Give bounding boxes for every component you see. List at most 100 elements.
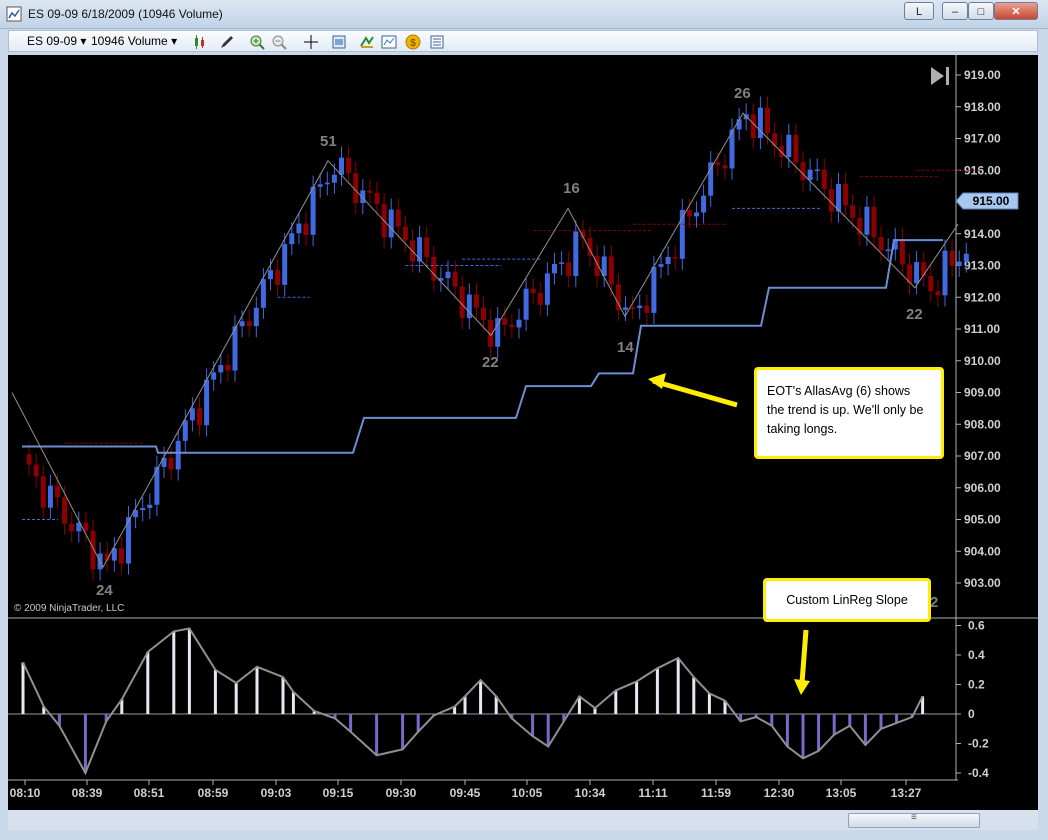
close-button[interactable]: ✕ (994, 2, 1038, 20)
chevron-down-icon: ▾ (80, 34, 87, 48)
linreg-annotation: Custom LinReg Slope (763, 578, 931, 622)
candle-body (282, 244, 288, 285)
time-tick-label: 11:59 (701, 786, 731, 800)
price-tick-label: 909.00 (964, 386, 1001, 400)
candle-body (26, 454, 32, 465)
period-label: 10946 Volume (91, 34, 168, 48)
candle-body (899, 239, 905, 265)
candle-body (424, 237, 430, 257)
time-tick-label: 10:34 (575, 786, 606, 800)
instrument-label: ES 09-09 (27, 34, 78, 48)
time-tick-label: 13:27 (891, 786, 922, 800)
indicator-icon[interactable] (381, 34, 397, 50)
pencil-draw-icon[interactable] (219, 34, 235, 50)
zigzag-count-label: 26 (734, 85, 751, 102)
candle-body (417, 237, 423, 262)
strategy-icon[interactable] (359, 34, 375, 50)
candle-body (175, 440, 181, 470)
period-selector[interactable]: 10946 Volume ▾ (91, 34, 177, 48)
candle-body (310, 186, 316, 235)
candle-body (90, 530, 96, 570)
time-tick-label: 13:05 (826, 786, 857, 800)
candle-body (275, 270, 281, 285)
zigzag-count-label: 24 (96, 582, 113, 599)
candle-body (189, 408, 195, 421)
time-tick-label: 12:30 (764, 786, 795, 800)
candle-body (928, 275, 934, 292)
price-tick-label: 906.00 (964, 481, 1001, 495)
time-tick-label: 09:15 (323, 786, 354, 800)
crosshair-icon[interactable] (303, 34, 319, 50)
osc-tick-label: 0 (968, 707, 975, 721)
trend-annotation: EOT's AllasAvg (6) shows the trend is up… (754, 367, 944, 459)
horizontal-scrollbar[interactable]: ≡ (8, 810, 1038, 830)
data-box-icon[interactable] (429, 34, 445, 50)
last-price-label: 915.00 (973, 194, 1010, 208)
price-tick-label: 918.00 (964, 100, 1001, 114)
linreg-slope-line (22, 627, 924, 776)
zoom-out-icon[interactable] (271, 34, 287, 50)
osc-tick-label: 0.2 (968, 678, 985, 692)
candle-body (331, 174, 337, 183)
chart-toolbar: ES 09-09 ▾ 10946 Volume ▾ $ (8, 30, 1038, 52)
coin-icon[interactable]: $ (405, 34, 421, 50)
skip-to-end-icon[interactable] (931, 67, 949, 85)
link-button[interactable]: L (904, 2, 934, 20)
instrument-selector[interactable]: ES 09-09 ▾ (27, 34, 86, 48)
zigzag-line (11, 112, 959, 569)
chart-panel[interactable]: © 2009 NinjaTrader, LLC 919.00 918.00 917.… (8, 55, 1038, 830)
zigzag-count-label: 22 (482, 354, 499, 371)
candle-body (573, 231, 579, 277)
candle-body (949, 250, 955, 266)
candle-body (786, 134, 792, 158)
candle-body (559, 262, 565, 264)
candle-body (843, 183, 849, 206)
candle-body (821, 169, 827, 189)
candle-body (303, 223, 309, 235)
candle-body (367, 190, 373, 193)
candle-body (204, 379, 210, 426)
time-tick-label: 08:10 (10, 786, 41, 800)
candle-body (914, 262, 920, 284)
candle-body (552, 263, 557, 274)
candle-body (793, 134, 799, 163)
osc-tick-label: -0.2 (968, 737, 989, 751)
zoom-in-icon[interactable] (249, 34, 265, 50)
zigzag-count-label: 2 (930, 594, 938, 611)
zigzag-count-label: 51 (320, 133, 337, 150)
candle-body (765, 107, 770, 134)
candle-body (140, 507, 146, 511)
linreg-arrow-head (794, 679, 810, 695)
minimize-button[interactable]: – (942, 2, 968, 20)
price-tick-label: 904.00 (964, 544, 1001, 558)
candle-body (800, 162, 806, 181)
trend-arrow-shaft (652, 378, 738, 408)
candle-body (722, 165, 728, 169)
candle-body (388, 209, 394, 238)
candle-body (779, 145, 785, 158)
candle-body (509, 324, 515, 328)
candle-body (445, 271, 451, 279)
candle-body (473, 294, 479, 308)
candle-body (850, 205, 856, 218)
candle-body (878, 237, 884, 251)
candle-body (516, 319, 522, 328)
last-price-marker: 915.00 (955, 192, 1019, 210)
candle-body (651, 266, 657, 313)
candle-body (218, 365, 224, 373)
candle-body (346, 157, 352, 174)
price-tick-label: 908.00 (964, 417, 1001, 431)
price-tick-label: 907.00 (964, 449, 1001, 463)
chevron-down-icon: ▾ (171, 34, 178, 48)
candle-body (481, 307, 486, 320)
maximize-button[interactable]: □ (968, 2, 994, 20)
candle-body (644, 305, 650, 313)
scroll-grip-icon: ≡ (911, 812, 917, 823)
candle-body (83, 522, 89, 531)
time-tick-label: 09:03 (261, 786, 292, 800)
candle-body (118, 548, 124, 564)
candlestick-icon[interactable] (193, 34, 209, 50)
properties-icon[interactable] (331, 34, 347, 50)
candle-body (623, 307, 628, 310)
candle-body (211, 372, 217, 380)
